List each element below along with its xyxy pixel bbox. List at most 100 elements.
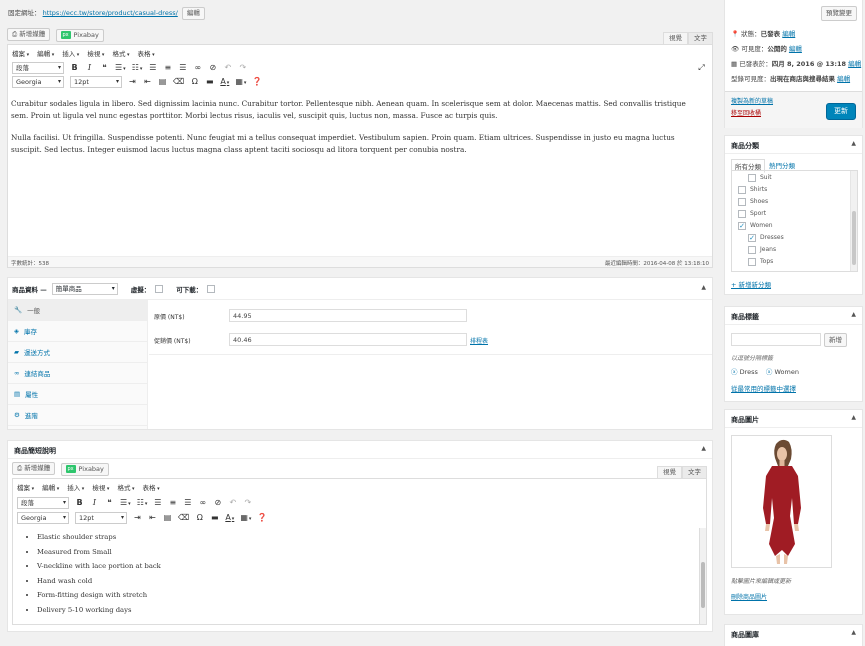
category-checkbox[interactable]	[748, 257, 756, 266]
italic-icon[interactable]: I	[85, 63, 94, 73]
copy-draft-link[interactable]: 複製為新的草稿	[731, 96, 773, 105]
menu-insert[interactable]: 插入	[67, 482, 84, 492]
unlink-icon[interactable]: ⊘	[208, 63, 217, 73]
undo-icon[interactable]: ↶	[223, 63, 232, 73]
indent-icon[interactable]: ⇥	[128, 77, 137, 87]
tab-shipping[interactable]: ▰ 運送方式	[8, 342, 147, 363]
omega-icon[interactable]: Ω	[195, 513, 204, 523]
category-checkbox[interactable]	[748, 245, 756, 254]
table-icon[interactable]: ▦	[235, 77, 246, 88]
hr-icon[interactable]: ▬	[205, 77, 214, 87]
numbered-list-icon[interactable]: ☷	[137, 498, 148, 509]
category-item[interactable]: Sport	[732, 208, 857, 220]
menu-view[interactable]: 檢視	[92, 482, 109, 492]
help-icon[interactable]: ❓	[257, 513, 267, 523]
size-select[interactable]: 12pt	[70, 76, 122, 88]
preview-changes-button[interactable]: 預覽變更	[821, 6, 857, 21]
unlink-icon[interactable]: ⊘	[213, 498, 222, 508]
trash-link[interactable]: 移至回收桶	[731, 108, 761, 117]
checkmark-icon[interactable]: ✓	[748, 233, 756, 242]
remove-tag-icon[interactable]: ⓧ	[731, 368, 738, 376]
undo-icon[interactable]: ↶	[228, 498, 237, 508]
menu-edit[interactable]: 編輯	[37, 48, 54, 58]
blockquote-icon[interactable]: ❝	[100, 63, 109, 73]
align-left-icon[interactable]: ☰	[153, 498, 162, 508]
tag-input[interactable]	[731, 333, 821, 346]
category-checkbox[interactable]	[738, 209, 746, 218]
scrollbar[interactable]	[699, 528, 706, 624]
product-image[interactable]	[731, 435, 832, 568]
schedule-link[interactable]: 排程表	[470, 336, 488, 345]
text-color-icon[interactable]: A	[220, 77, 229, 88]
menu-insert[interactable]: 插入	[62, 48, 79, 58]
collapse-icon[interactable]: ▲	[851, 629, 856, 636]
format-select[interactable]: 段落	[12, 62, 64, 74]
align-center-icon[interactable]: ≡	[168, 498, 177, 508]
tab-advanced[interactable]: ⚙ 進階	[8, 405, 147, 426]
menu-file[interactable]: 檔案	[17, 482, 34, 492]
bullet-list-icon[interactable]: ☰	[120, 498, 131, 509]
help-icon[interactable]: ❓	[252, 77, 262, 87]
scrollbar[interactable]	[850, 171, 857, 271]
align-left-icon[interactable]: ☰	[148, 63, 157, 73]
tab-attributes[interactable]: ▤ 屬性	[8, 384, 147, 405]
remove-tag-icon[interactable]: ⓧ	[766, 368, 773, 376]
choose-tags-link[interactable]: 從最常用的標籤中選擇	[731, 383, 796, 393]
category-checkbox[interactable]	[748, 173, 756, 182]
virtual-checkbox[interactable]	[155, 284, 164, 293]
add-media-button[interactable]: ⎙ 新增媒體	[12, 462, 56, 475]
font-select[interactable]: Georgia	[17, 512, 69, 524]
table-icon[interactable]: ▦	[240, 513, 251, 524]
category-item[interactable]: ✓ Women	[732, 220, 857, 232]
link-icon[interactable]: ∞	[193, 63, 202, 73]
catalog-edit-link[interactable]: 編輯	[837, 75, 850, 83]
redo-icon[interactable]: ↷	[238, 63, 247, 73]
category-item[interactable]: ✓ Dresses	[732, 232, 857, 244]
tab-inventory[interactable]: ◈ 庫存	[8, 321, 147, 342]
collapse-icon[interactable]: ▲	[701, 445, 706, 452]
format-select[interactable]: 段落	[17, 497, 69, 509]
collapse-icon[interactable]: ▲	[701, 284, 706, 291]
menu-edit[interactable]: 編輯	[42, 482, 59, 492]
paste-text-icon[interactable]: ▤	[163, 513, 172, 523]
align-right-icon[interactable]: ☰	[183, 498, 192, 508]
visibility-edit-link[interactable]: 編輯	[789, 45, 802, 53]
short-desc-list[interactable]: Elastic shoulder straps Measured from Sm…	[37, 530, 161, 617]
permalink-url[interactable]: https://ecc.tw/store/product/casual-dres…	[43, 9, 178, 17]
category-item[interactable]: Jeans	[732, 244, 857, 256]
category-item[interactable]: Shirts	[732, 184, 857, 196]
pixabay-button[interactable]: px Pixabay	[55, 28, 104, 42]
regular-price-input[interactable]: 44.95	[229, 309, 467, 322]
align-center-icon[interactable]: ≡	[163, 63, 172, 73]
blockquote-icon[interactable]: ❝	[105, 498, 114, 508]
outdent-icon[interactable]: ⇤	[148, 513, 157, 523]
hr-icon[interactable]: ▬	[210, 513, 219, 523]
category-item[interactable]: Suit	[732, 172, 857, 184]
collapse-icon[interactable]: ▲	[851, 140, 856, 147]
text-color-icon[interactable]: A	[225, 513, 234, 524]
outdent-icon[interactable]: ⇤	[143, 77, 152, 87]
clear-format-icon[interactable]: ⌫	[178, 513, 189, 523]
add-category-link[interactable]: + 新增新分類	[731, 279, 771, 289]
pixabay-button[interactable]: px Pixabay	[60, 462, 109, 476]
align-right-icon[interactable]: ☰	[178, 63, 187, 73]
status-edit-link[interactable]: 編輯	[782, 30, 795, 38]
font-select[interactable]: Georgia	[12, 76, 64, 88]
numbered-list-icon[interactable]: ☷	[132, 63, 143, 74]
category-item[interactable]: Tops	[732, 256, 857, 268]
link-icon[interactable]: ∞	[198, 498, 207, 508]
tab-general[interactable]: 🔧 一般	[8, 300, 147, 321]
editor-content[interactable]: Curabitur sodales ligula in libero. Sed …	[11, 98, 704, 156]
permalink-edit-button[interactable]: 編輯	[181, 7, 205, 20]
size-select[interactable]: 12pt	[75, 512, 127, 524]
remove-image-link[interactable]: 刪除商品圖片	[731, 592, 767, 601]
omega-icon[interactable]: Ω	[190, 77, 199, 87]
published-edit-link[interactable]: 編輯	[848, 60, 861, 68]
bullet-list-icon[interactable]: ☰	[115, 63, 126, 74]
product-type-select[interactable]: 簡單商品	[51, 282, 118, 295]
clear-format-icon[interactable]: ⌫	[173, 77, 184, 87]
category-checkbox[interactable]	[738, 185, 746, 194]
add-tag-button[interactable]: 新增	[824, 333, 847, 347]
category-checkbox[interactable]	[738, 197, 746, 206]
scrollbar-thumb[interactable]	[701, 562, 705, 608]
